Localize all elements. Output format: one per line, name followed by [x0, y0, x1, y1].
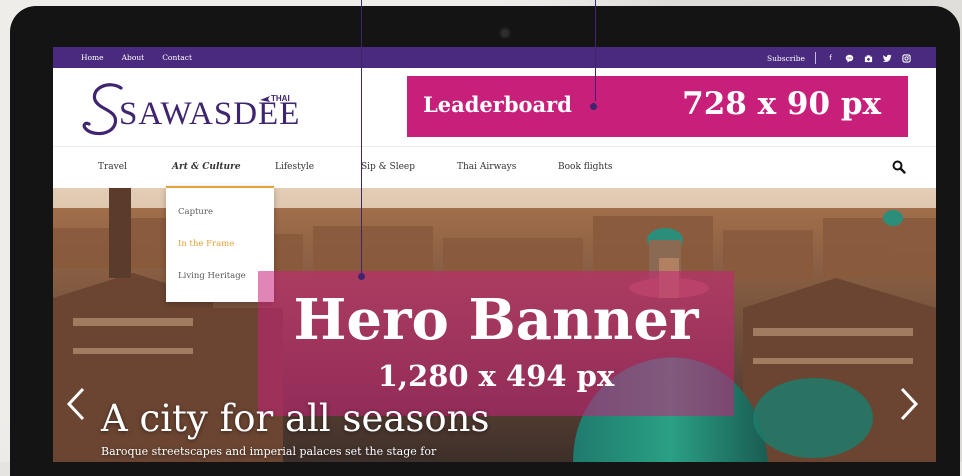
top-utility-bar: Home About Contact Subscribe f — [53, 47, 936, 68]
site-header: SAWASDEE THAI Leaderboard 728 x 90 px — [53, 68, 936, 146]
hero-headline: A city for all seasons — [101, 397, 490, 440]
top-right-links: Subscribe f — [767, 52, 911, 64]
instagram-camera-icon[interactable] — [864, 54, 873, 63]
nav-about-link[interactable]: About — [122, 53, 145, 62]
nav-art-culture[interactable]: Art & Culture — [172, 162, 241, 172]
nav-home-link[interactable]: Home — [81, 53, 104, 62]
hero-subtext: Baroque streetscapes and imperial palace… — [101, 445, 437, 458]
sawasdee-logo[interactable]: SAWASDEE THAI — [81, 82, 301, 142]
dropdown-item-living-heritage[interactable]: Living Heritage — [178, 271, 246, 281]
dropdown-item-in-the-frame[interactable]: In the Frame — [178, 239, 234, 249]
nav-book-flights[interactable]: Book flights — [558, 162, 612, 172]
webcam — [499, 27, 511, 39]
nav-travel[interactable]: Travel — [98, 162, 127, 172]
instagram-icon[interactable] — [902, 53, 911, 63]
leaderboard-size: 728 x 90 px — [682, 86, 881, 122]
nav-contact-link[interactable]: Contact — [162, 53, 192, 62]
leaderboard-ad[interactable]: Leaderboard 728 x 90 px — [407, 76, 908, 137]
nav-thai-airways[interactable]: Thai Airways — [457, 162, 516, 172]
top-nav: Home About Contact — [81, 53, 192, 62]
hero-banner-title: Hero Banner — [293, 287, 699, 353]
nav-lifestyle[interactable]: Lifestyle — [275, 162, 314, 172]
nav-sip-sleep[interactable]: Sip & Sleep — [361, 162, 415, 172]
chat-icon[interactable] — [845, 54, 854, 63]
browser-screen: Home About Contact Subscribe f SAWASDEE … — [53, 47, 936, 462]
leaderboard-pointer-line — [595, 0, 596, 101]
pointer-dot — [590, 103, 597, 110]
logo-thai-text: THAI — [271, 94, 290, 103]
chevron-left-icon[interactable] — [65, 386, 87, 422]
main-navigation: Travel Art & Culture Lifestyle Sip & Sle… — [53, 146, 936, 189]
hero-pointer-line — [361, 0, 362, 277]
chevron-right-icon[interactable] — [898, 386, 920, 422]
hero-banner-size: 1,280 x 494 px — [377, 359, 615, 393]
dropdown-item-capture[interactable]: Capture — [178, 207, 213, 217]
leaderboard-label: Leaderboard — [423, 92, 572, 117]
twitter-icon[interactable] — [883, 54, 892, 63]
search-icon[interactable] — [892, 160, 906, 174]
divider — [815, 52, 816, 64]
airplane-icon — [260, 96, 270, 102]
hero-banner-overlay[interactable]: Hero Banner 1,280 x 494 px — [258, 271, 734, 416]
subscribe-link[interactable]: Subscribe — [767, 54, 805, 63]
facebook-icon[interactable]: f — [826, 54, 835, 63]
